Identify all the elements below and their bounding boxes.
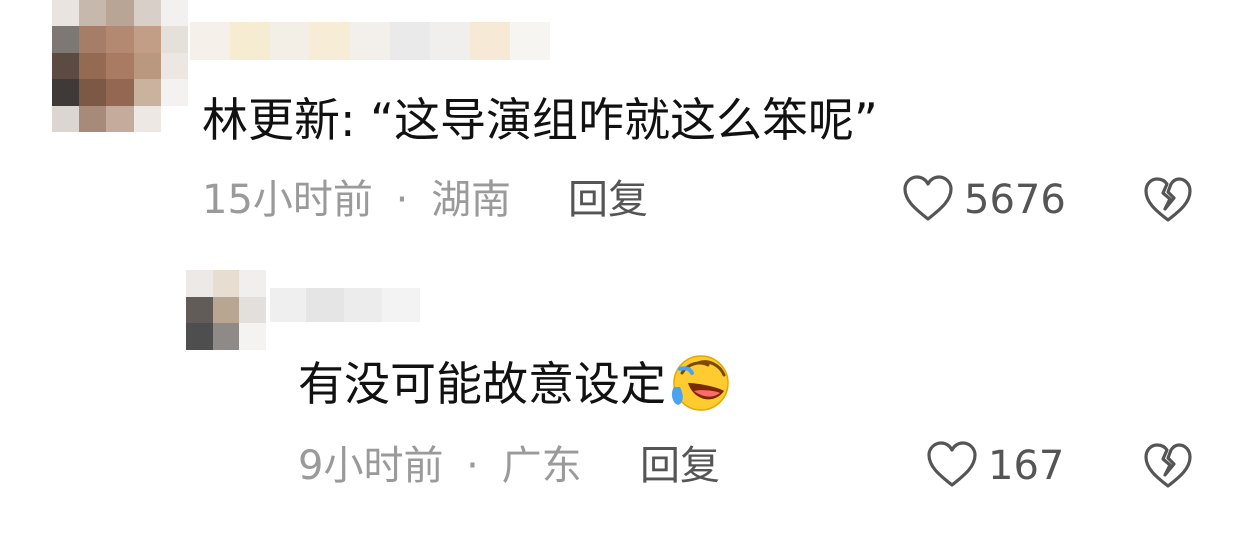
avatar[interactable] — [52, 0, 188, 132]
comment-body: “这导演组咋就这么笨呢” — [370, 93, 878, 147]
broken-heart-icon[interactable] — [1142, 176, 1194, 224]
like-count: 5676 — [964, 177, 1066, 223]
comment-location: 湖南 — [431, 177, 512, 223]
comment-text: 林更新: “这导演组咋就这么笨呢” — [202, 90, 878, 150]
meta-separator: · — [466, 443, 479, 489]
comment-author: 林更新 — [202, 93, 340, 147]
comment-time: 9小时前 — [298, 443, 444, 489]
colon: : — [340, 93, 371, 147]
username-blurred[interactable] — [190, 22, 550, 60]
comment-location: 广东 — [501, 443, 582, 489]
comment-meta: 15小时前 · 湖南 — [202, 176, 511, 224]
comment-time: 15小时前 — [202, 177, 373, 223]
comment-body: 有没可能故意设定 — [298, 357, 666, 411]
broken-heart-icon[interactable] — [1142, 442, 1194, 490]
like-count: 167 — [988, 443, 1065, 489]
heart-outline-icon[interactable] — [902, 174, 954, 224]
laughing-crying-emoji-icon — [668, 353, 730, 415]
reply-button[interactable]: 回复 — [568, 176, 648, 224]
comment-meta: 9小时前 · 广东 — [298, 442, 582, 490]
heart-outline-icon[interactable] — [926, 440, 978, 490]
username-blurred[interactable] — [270, 288, 420, 322]
avatar[interactable] — [186, 270, 266, 350]
meta-separator: · — [395, 177, 409, 223]
reply-button[interactable]: 回复 — [640, 442, 720, 490]
comment-text: 有没可能故意设定 — [298, 352, 730, 416]
